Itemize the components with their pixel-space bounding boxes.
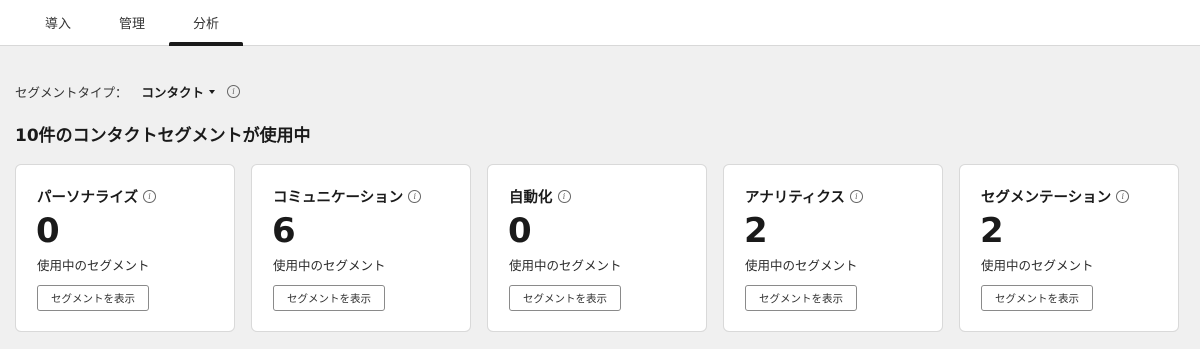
tab-install[interactable]: 導入 bbox=[38, 0, 78, 45]
usage-card-analytics: アナリティクス i 2 使用中のセグメント セグメントを表示 bbox=[723, 164, 943, 332]
segment-count: 6 bbox=[272, 211, 296, 251]
card-title-text: アナリティクス bbox=[745, 190, 845, 206]
card-subtitle: 使用中のセグメント bbox=[509, 258, 622, 273]
segment-count: 0 bbox=[36, 211, 60, 251]
card-title: パーソナライズ i bbox=[37, 186, 157, 207]
info-icon[interactable]: i bbox=[1116, 190, 1130, 203]
segment-count: 2 bbox=[980, 211, 1004, 251]
info-icon[interactable]: i bbox=[408, 190, 422, 203]
card-title: 自動化 i bbox=[509, 186, 571, 207]
info-icon[interactable]: i bbox=[849, 190, 863, 203]
card-title-text: パーソナライズ bbox=[37, 190, 139, 206]
tab-bar: 導入 管理 分析 bbox=[0, 0, 1200, 46]
info-icon[interactable]: i bbox=[227, 84, 241, 98]
caret-down-icon bbox=[209, 89, 216, 94]
card-subtitle: 使用中のセグメント bbox=[273, 258, 386, 273]
segment-type-dropdown[interactable]: コンタクト bbox=[142, 82, 216, 101]
view-segments-button[interactable]: セグメントを表示 bbox=[37, 285, 149, 311]
card-title-text: コミュニケーション bbox=[273, 190, 404, 206]
usage-card-segmentation: セグメンテーション i 2 使用中のセグメント セグメントを表示 bbox=[959, 164, 1179, 332]
card-subtitle: 使用中のセグメント bbox=[981, 258, 1094, 273]
segment-count: 2 bbox=[744, 211, 768, 251]
tab-manage[interactable]: 管理 bbox=[111, 0, 153, 45]
card-title: セグメンテーション i bbox=[981, 186, 1130, 207]
card-subtitle: 使用中のセグメント bbox=[37, 258, 150, 273]
view-segments-button[interactable]: セグメントを表示 bbox=[273, 285, 385, 311]
card-title: コミュニケーション i bbox=[273, 186, 422, 207]
tab-analysis[interactable]: 分析 bbox=[169, 0, 243, 46]
info-icon[interactable]: i bbox=[557, 190, 571, 203]
view-segments-button[interactable]: セグメントを表示 bbox=[745, 285, 857, 311]
usage-card-communication: コミュニケーション i 6 使用中のセグメント セグメントを表示 bbox=[251, 164, 471, 332]
segment-type-label: セグメントタイプ： bbox=[15, 84, 128, 100]
card-title: アナリティクス i bbox=[745, 186, 863, 207]
segment-type-row: セグメントタイプ： コンタクト i bbox=[15, 80, 241, 102]
segment-type-value: コンタクト bbox=[141, 84, 205, 100]
view-segments-button[interactable]: セグメントを表示 bbox=[981, 285, 1093, 311]
usage-card-automation: 自動化 i 0 使用中のセグメント セグメントを表示 bbox=[487, 164, 707, 332]
view-segments-button[interactable]: セグメントを表示 bbox=[509, 285, 621, 311]
info-icon[interactable]: i bbox=[143, 190, 157, 203]
card-title-text: セグメンテーション bbox=[981, 190, 1112, 206]
usage-card-personalize: パーソナライズ i 0 使用中のセグメント セグメントを表示 bbox=[15, 164, 235, 332]
card-title-text: 自動化 bbox=[509, 190, 553, 206]
segment-count: 0 bbox=[508, 211, 532, 251]
segments-in-use-summary: 10件のコンタクトセグメントが使用中 bbox=[15, 126, 311, 146]
card-subtitle: 使用中のセグメント bbox=[745, 258, 858, 273]
